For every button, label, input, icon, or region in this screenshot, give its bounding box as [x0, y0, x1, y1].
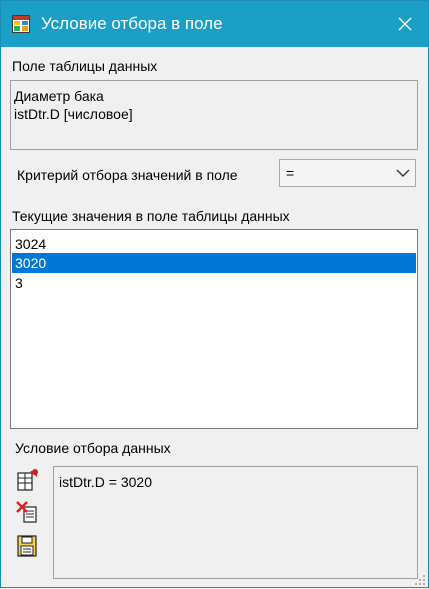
criterion-selected-value: =	[286, 165, 295, 181]
close-icon[interactable]	[397, 16, 413, 32]
resize-grip-icon[interactable]	[414, 573, 426, 585]
title-bar[interactable]: Условие отбора в поле	[1, 1, 428, 47]
criterion-label: Критерий отбора значений в поле	[17, 167, 238, 183]
save-condition-icon[interactable]	[15, 533, 41, 559]
values-section-label: Текущие значения в поле таблицы данных	[12, 208, 290, 224]
condition-text-box[interactable]: istDtr.D = 3020	[53, 466, 418, 579]
list-item-selected[interactable]: 3020	[12, 253, 416, 273]
condition-section-label: Условие отбора данных	[15, 440, 171, 456]
list-item[interactable]: 3024	[12, 234, 416, 254]
add-condition-icon[interactable]	[15, 467, 41, 493]
table-app-icon	[12, 15, 30, 33]
condition-text: istDtr.D = 3020	[59, 474, 152, 490]
field-name: Диаметр бака	[14, 88, 104, 104]
close-button[interactable]	[382, 1, 428, 47]
criterion-select[interactable]: =	[279, 159, 416, 187]
chevron-down-icon[interactable]	[395, 166, 411, 180]
delete-condition-icon[interactable]	[15, 499, 41, 525]
dialog-window: Условие отбора в поле Поле таблицы данны…	[0, 0, 429, 588]
list-item[interactable]: 3	[12, 273, 416, 293]
field-info-box: Диаметр бака istDtr.D [числовое]	[10, 80, 418, 150]
field-id: istDtr.D [числовое]	[14, 106, 133, 122]
window-title: Условие отбора в поле	[41, 14, 223, 33]
values-listbox[interactable]: 3024 3020 3	[10, 229, 418, 429]
field-section-label: Поле таблицы данных	[12, 58, 158, 74]
